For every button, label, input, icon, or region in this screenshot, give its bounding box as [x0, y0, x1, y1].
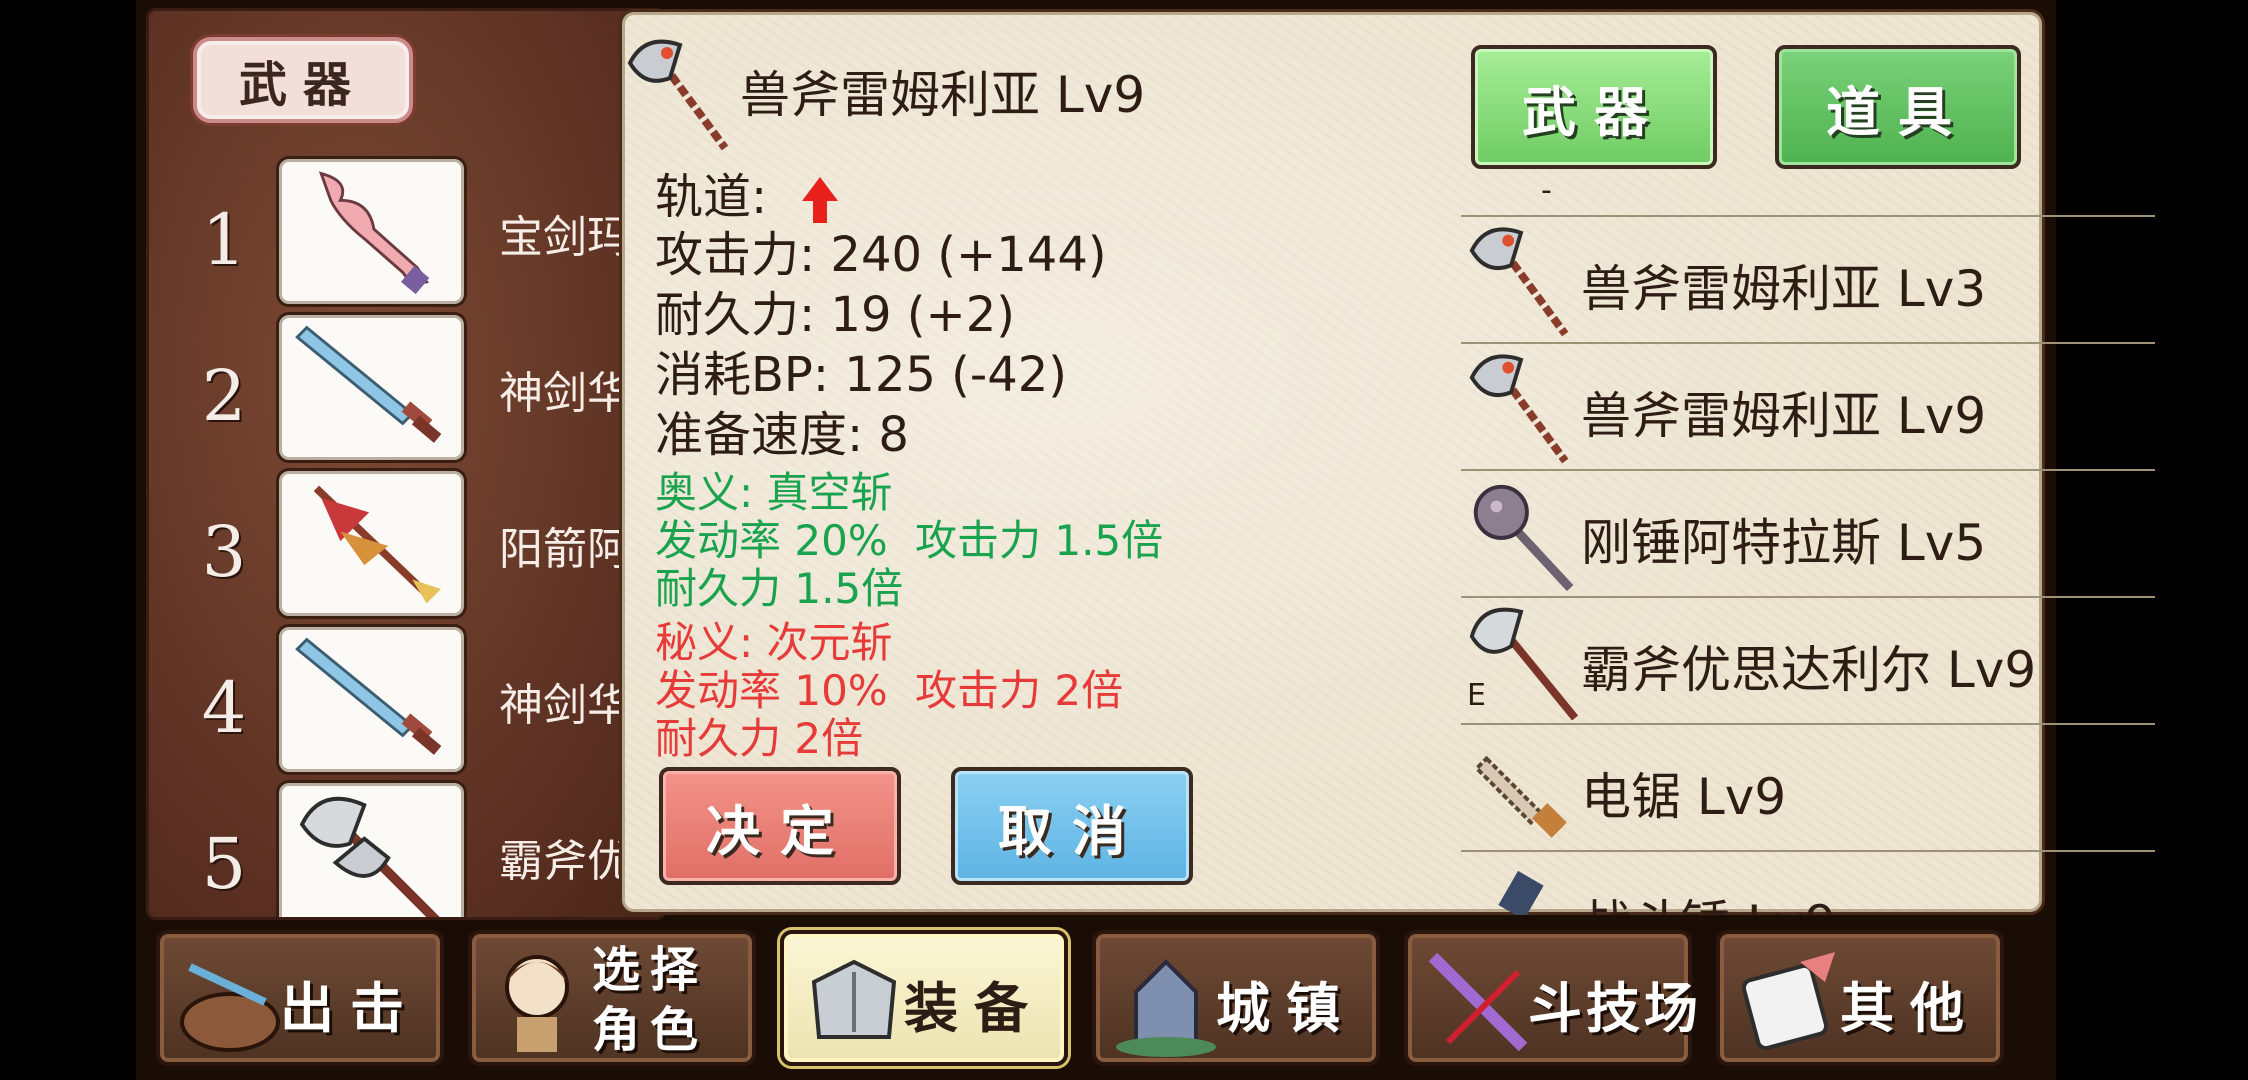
sortie-icon: [180, 963, 280, 1052]
slot-number: 3: [201, 511, 247, 593]
beast-axe-icon: [1469, 227, 1569, 337]
sword-pink-icon: [279, 159, 464, 304]
hidden-skill-durability: 耐久力 2倍: [655, 714, 864, 763]
slot-number: 2: [201, 355, 247, 437]
tab-weapon[interactable]: 武器: [1471, 45, 1717, 169]
nav-label: 选择 角色: [592, 940, 708, 1060]
nav-label-line1: 选择: [592, 942, 709, 998]
weapon-title: 兽斧雷姆利亚 Lv9: [740, 66, 1146, 124]
cancel-button[interactable]: 取消: [951, 767, 1193, 885]
weapon-slot-row[interactable]: 1 宝剑玛: [149, 159, 663, 309]
secret-skill-durability: 耐久力 1.5倍: [655, 564, 904, 613]
nav-character[interactable]: 选择 角色: [468, 930, 756, 1066]
slot-number: 5: [201, 823, 247, 905]
arena-icon: [1428, 952, 1528, 1052]
axe-icon: [279, 783, 464, 917]
list-item-name: 兽斧雷姆利亚 Lv9: [1581, 387, 1987, 445]
weapon-list[interactable]: 兽斧雷姆利亚 Lv3 兽斧雷姆利亚 Lv9 刚锤阿特拉斯 Lv5 E 霸斧优思达…: [1461, 215, 2155, 915]
sword-blue-icon: [279, 627, 464, 772]
arrow-icon: [279, 471, 464, 616]
nav-label: 斗技场: [1528, 977, 1702, 1040]
list-item-name: 战斗锤 Lv9: [1581, 884, 1836, 915]
game-screen: 武器 1 宝剑玛 2 神剑华 3 阳箭阿 4 神剑华 5 霸斧优 兽斧雷姆利亚 …: [136, 0, 2155, 1080]
weapon-name: 阳箭阿: [499, 524, 631, 575]
list-item[interactable]: E 霸斧优思达利尔 Lv9: [1461, 596, 2155, 725]
secret-skill-attack: 攻击力 1.5倍: [915, 516, 1164, 565]
equipped-marker: E: [1467, 678, 1486, 713]
nav-label: 装备: [904, 977, 1044, 1040]
weapon-name: 神剑华: [499, 680, 631, 731]
beast-axe-icon: [1469, 354, 1569, 464]
slot-number: 1: [201, 199, 247, 281]
list-item[interactable]: 兽斧雷姆利亚 Lv9: [1461, 342, 2155, 471]
list-item-name: 电锯 Lv9: [1581, 768, 1787, 826]
scroll-icon: [1741, 952, 1835, 1051]
nav-town[interactable]: 城镇: [1092, 930, 1380, 1066]
list-item[interactable]: 电锯 Lv9: [1461, 723, 2155, 852]
list-item[interactable]: 兽斧雷姆利亚 Lv3: [1461, 215, 2155, 344]
list-item-name: 兽斧雷姆利亚 Lv3: [1581, 260, 1987, 318]
speed-stat: 准备速度: 8: [655, 407, 909, 463]
nav-sortie[interactable]: 出击: [156, 930, 444, 1066]
nav-label: 城镇: [1216, 977, 1356, 1040]
sword-blue-icon: [279, 315, 464, 460]
weapon-slot-row[interactable]: 3 阳箭阿: [149, 471, 663, 621]
nav-other[interactable]: 其他: [1716, 930, 2004, 1066]
hidden-skill-attack: 攻击力 2倍: [915, 666, 1124, 715]
list-item-name: 刚锤阿特拉斯 Lv5: [1581, 514, 1987, 572]
weapon-slot-row[interactable]: 4 神剑华: [149, 627, 663, 777]
nav-label: 出击: [280, 977, 420, 1040]
list-item[interactable]: 战斗锤 Lv9: [1461, 850, 2155, 915]
nav-arena[interactable]: 斗技场: [1404, 930, 1698, 1066]
nav-label: 其他: [1840, 977, 1980, 1040]
weapon-name: 霸斧优: [499, 836, 631, 887]
beast-axe-icon: [627, 39, 729, 151]
nav-equipment[interactable]: 装备: [780, 930, 1068, 1066]
list-item-name: 霸斧优思达利尔 Lv9: [1581, 641, 2037, 699]
nav-label-line2: 角色: [592, 1002, 709, 1058]
armor-icon: [811, 959, 897, 1039]
weapon-name: 宝剑玛: [499, 212, 631, 263]
slot-number: 4: [201, 667, 247, 749]
weapon-slot-row[interactable]: 2 神剑华: [149, 315, 663, 465]
weapon-slot-row[interactable]: 5 霸斧优: [149, 783, 663, 917]
bottom-nav: 出击 选择 角色 装备 城镇 斗技场 其他: [156, 928, 2056, 1076]
list-item[interactable]: 刚锤阿特拉斯 Lv5: [1461, 469, 2155, 598]
weapon-name: 神剑华: [499, 368, 631, 419]
mace-icon: [1473, 484, 1574, 592]
chainsaw-icon: [1473, 755, 1567, 838]
character-icon: [505, 955, 569, 1052]
list-marker: -: [1541, 173, 1552, 208]
panel-title: 武器: [193, 37, 413, 123]
confirm-button[interactable]: 决定: [659, 767, 901, 885]
town-icon: [1116, 959, 1216, 1057]
weapon-detail-panel: 兽斧雷姆利亚 Lv9 轨道: 攻击力: 240 (+144) 耐久力: 19 (…: [622, 12, 2155, 915]
tab-item[interactable]: 道具: [1775, 45, 2021, 169]
hammer-icon: [1498, 870, 1544, 915]
equipped-weapons-panel: 武器 1 宝剑玛 2 神剑华 3 阳箭阿 4 神剑华 5 霸斧优: [146, 8, 666, 920]
